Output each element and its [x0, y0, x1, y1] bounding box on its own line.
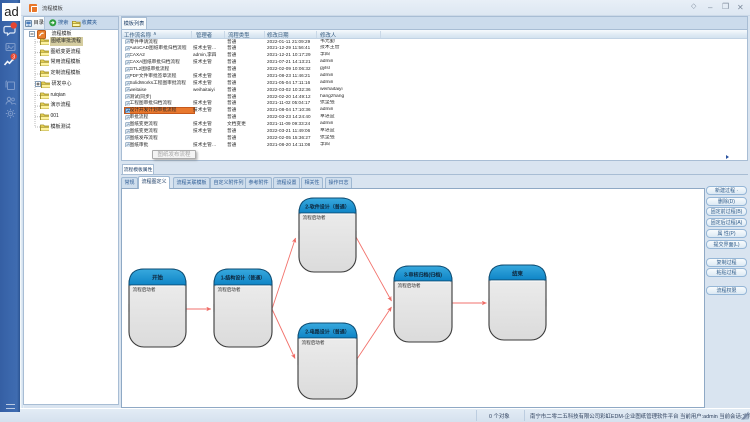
svg-text:1-结构设计（普通）: 1-结构设计（普通）: [221, 275, 265, 282]
svg-text:2-电路设计（普通）: 2-电路设计（普通）: [305, 329, 349, 336]
svg-text:2-软件设计（普通）: 2-软件设计（普通）: [305, 204, 349, 211]
svg-text:3: 3: [12, 55, 15, 61]
svg-text:开始: 开始: [152, 274, 163, 282]
svg-text:3-审核归档(归档): 3-审核归档(归档): [404, 272, 442, 279]
svg-text:流程启动者: 流程启动者: [303, 214, 326, 221]
svg-text:流程启动者: 流程启动者: [218, 286, 241, 293]
svg-text:流程启动者: 流程启动者: [133, 286, 156, 293]
svg-text:流程启动者: 流程启动者: [302, 339, 325, 346]
svg-text:流程启动者: 流程启动者: [398, 282, 421, 289]
svg-text:结束: 结束: [512, 270, 523, 278]
